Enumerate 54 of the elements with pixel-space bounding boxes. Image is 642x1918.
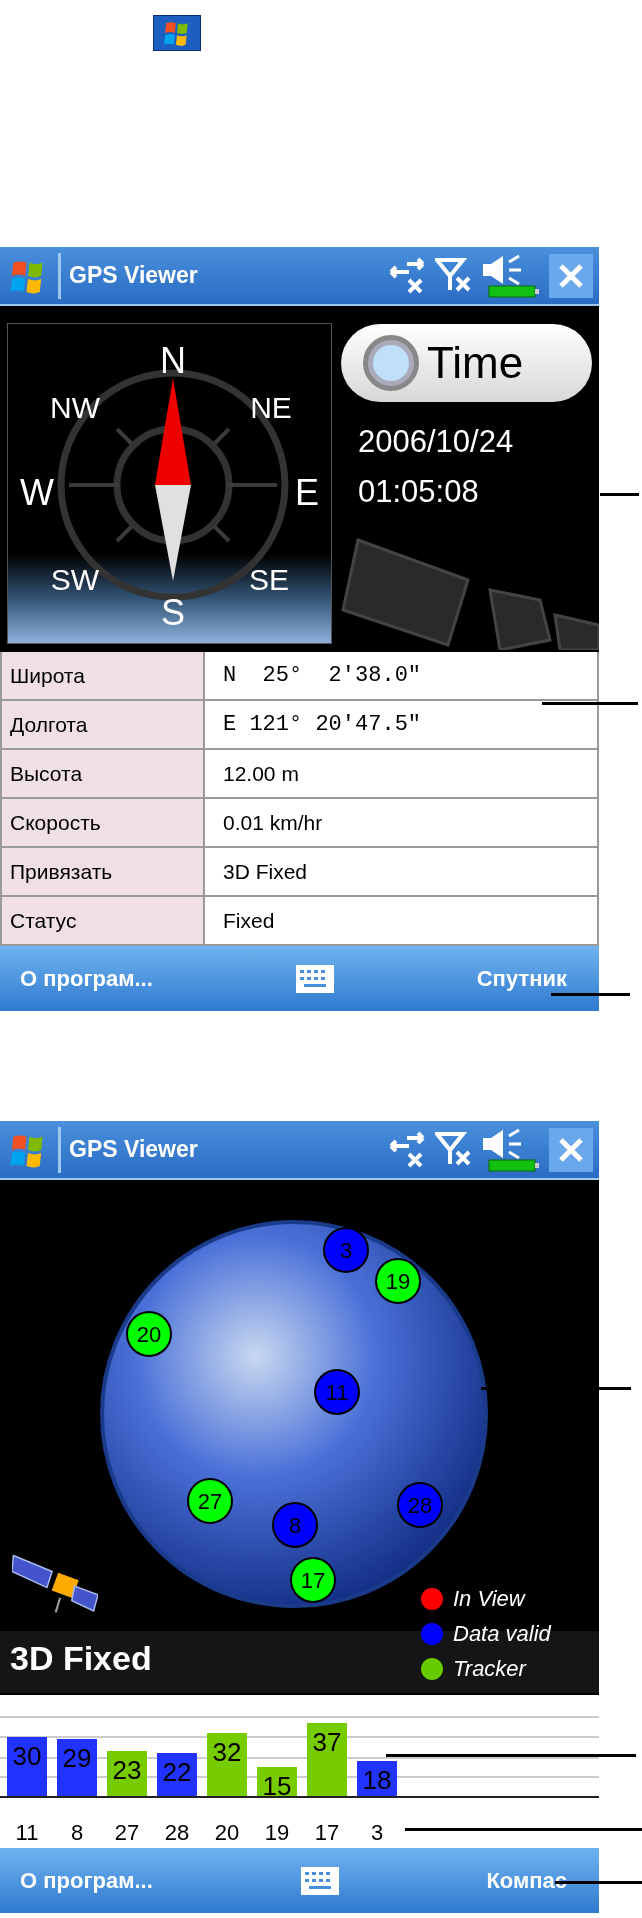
time-button[interactable]: Time — [341, 324, 592, 402]
bar-value-label: 18 — [362, 1765, 392, 1795]
close-icon — [558, 262, 584, 289]
bar-value-label: 29 — [62, 1743, 92, 1773]
field-label: Долгота — [2, 701, 205, 748]
legend-label: Tracker — [453, 1655, 526, 1683]
field-label: Привязать — [2, 848, 205, 895]
axis-label: 8 — [70, 1820, 84, 1845]
legend-label: In View — [453, 1585, 525, 1613]
softkey-button[interactable]: Компас — [486, 1864, 579, 1897]
time-text: 01:05:08 — [358, 476, 479, 507]
axis-label: 17 — [314, 1820, 340, 1845]
axis-label: 19 — [264, 1820, 290, 1845]
field-label: Широта — [2, 652, 205, 699]
axis-label: 11 — [15, 1820, 39, 1845]
field-label: Статус — [2, 897, 205, 944]
connectivity-icon[interactable] — [387, 255, 427, 296]
keyboard-icon[interactable] — [299, 1865, 340, 1896]
compass-direction-label: W — [20, 472, 54, 513]
field-label: Высота — [2, 750, 205, 797]
softkey-button[interactable]: Спутник — [476, 962, 579, 995]
keyboard-icon[interactable] — [294, 963, 335, 994]
date-text: 2006/10/24 — [358, 426, 514, 457]
compass-direction-label: NW — [50, 391, 100, 424]
compass-direction-label: N — [160, 340, 186, 381]
bar-value-label: 37 — [312, 1727, 342, 1757]
bar-value-label: 15 — [262, 1771, 292, 1801]
axis-label: 28 — [164, 1820, 190, 1845]
window-title: GPS Viewer — [69, 1135, 199, 1165]
axis-label: 27 — [114, 1820, 140, 1845]
fix-status-text: 3D Fixed — [10, 1641, 152, 1675]
compass-direction-label: SE — [249, 563, 289, 596]
close-icon — [558, 1136, 584, 1163]
softkey-button[interactable]: О програм... — [20, 1864, 153, 1897]
softkey-button[interactable]: О програм... — [20, 962, 153, 995]
bar-value-label: 22 — [162, 1757, 192, 1787]
bar-value-label: 23 — [112, 1755, 142, 1785]
close-button[interactable] — [549, 253, 593, 298]
bar-value-label: 30 — [12, 1741, 42, 1771]
field-label: Скорость — [2, 799, 205, 846]
clock-icon — [363, 335, 419, 391]
bar-value-label: 32 — [212, 1737, 242, 1767]
close-button[interactable] — [549, 1127, 593, 1172]
connectivity-icon[interactable] — [387, 1129, 427, 1170]
compass-needle-icon — [155, 378, 191, 581]
compass-direction-label: E — [295, 472, 319, 513]
window-title: GPS Viewer — [69, 261, 199, 291]
axis-label: 3 — [370, 1820, 384, 1845]
compass-direction-label: SW — [50, 563, 100, 596]
axis-label: 20 — [214, 1820, 240, 1845]
start-menu-icon — [153, 15, 201, 51]
compass-direction-label: NE — [250, 391, 292, 424]
legend-label: Data valid — [453, 1620, 551, 1648]
compass-direction-label: S — [161, 592, 185, 633]
